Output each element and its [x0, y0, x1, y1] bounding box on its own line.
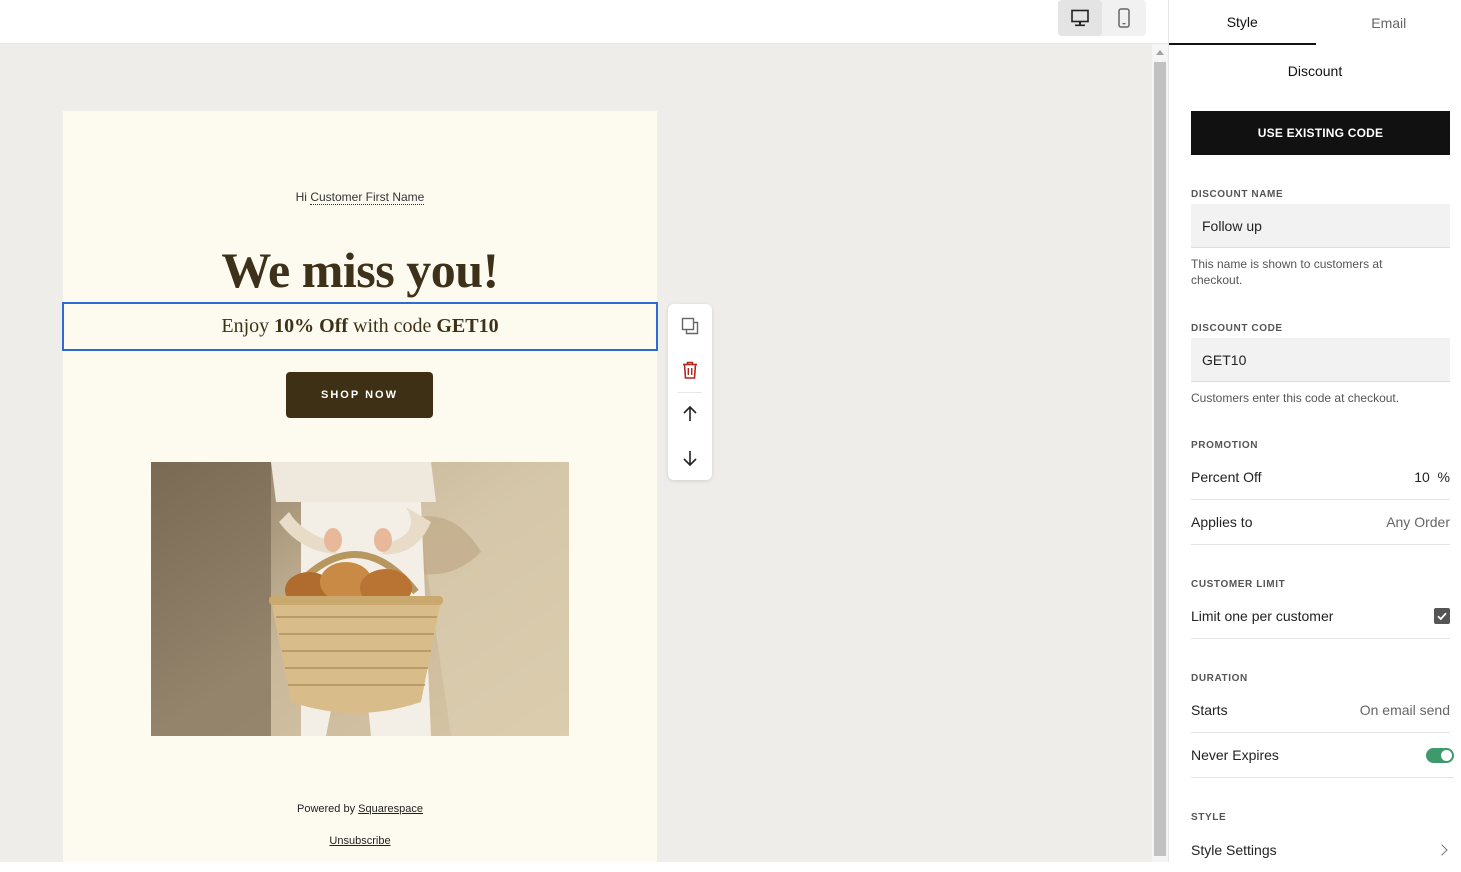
- applies-to-value[interactable]: Any Order: [1386, 514, 1450, 530]
- style-label: STYLE: [1191, 812, 1226, 823]
- move-up-button[interactable]: [668, 392, 712, 436]
- discount-name-help: This name is shown to customers at check…: [1191, 256, 1431, 288]
- trash-icon: [681, 360, 699, 380]
- discount-name-label: DISCOUNT NAME: [1191, 189, 1283, 200]
- duration-label: DURATION: [1191, 673, 1248, 684]
- never-expires-row[interactable]: Never Expires: [1191, 733, 1454, 778]
- unsubscribe-link[interactable]: Unsubscribe: [63, 835, 657, 847]
- promo-middle: with code: [353, 315, 431, 338]
- promo-amount: 10% Off: [274, 315, 348, 338]
- starts-row[interactable]: Starts On email send: [1191, 688, 1450, 733]
- bread-basket-image: [151, 462, 569, 736]
- discount-block[interactable]: Enjoy 10% Off with code GET10: [62, 302, 658, 351]
- powered-prefix: Powered by: [297, 803, 355, 815]
- never-expires-label: Never Expires: [1191, 747, 1279, 763]
- starts-label: Starts: [1191, 702, 1228, 718]
- canvas-scrollbar[interactable]: [1152, 44, 1168, 862]
- customer-limit-label: CUSTOMER LIMIT: [1191, 579, 1285, 590]
- discount-name-field[interactable]: Follow up: [1191, 204, 1450, 248]
- never-expires-toggle[interactable]: [1426, 748, 1454, 763]
- duplicate-icon: [680, 316, 700, 336]
- mobile-preview-button[interactable]: [1102, 0, 1146, 36]
- scroll-up-arrow-icon[interactable]: [1156, 50, 1164, 55]
- applies-to-row[interactable]: Applies to Any Order: [1191, 500, 1450, 545]
- shop-now-button[interactable]: SHOP NOW: [286, 372, 433, 418]
- email-headline[interactable]: We miss you!: [63, 241, 657, 299]
- percent-off-number[interactable]: 10: [1414, 469, 1430, 485]
- starts-value[interactable]: On email send: [1360, 702, 1450, 718]
- first-name-token[interactable]: Customer First Name: [310, 190, 424, 205]
- top-bar: [0, 0, 1168, 44]
- greeting: Hi Customer First Name: [63, 190, 657, 204]
- discount-code-field[interactable]: GET10: [1191, 338, 1450, 382]
- scroll-thumb[interactable]: [1154, 62, 1166, 856]
- panel-title: Discount: [1169, 63, 1461, 79]
- limit-one-checkbox[interactable]: [1434, 608, 1450, 624]
- promo-code: GET10: [436, 315, 498, 338]
- checkmark-icon: [1436, 610, 1448, 622]
- greeting-prefix: Hi: [296, 190, 307, 204]
- arrow-up-icon: [681, 405, 699, 423]
- percent-off-label: Percent Off: [1191, 469, 1262, 485]
- promo-prefix: Enjoy: [221, 315, 269, 338]
- duplicate-button[interactable]: [668, 304, 712, 348]
- device-toggle: [1058, 0, 1146, 36]
- move-down-button[interactable]: [668, 436, 712, 480]
- block-toolbar: [668, 304, 712, 480]
- percent-off-row[interactable]: Percent Off 10 %: [1191, 455, 1450, 500]
- percent-unit: %: [1438, 469, 1450, 485]
- limit-one-row[interactable]: Limit one per customer: [1191, 594, 1450, 639]
- email-image[interactable]: [151, 462, 569, 736]
- style-settings-row[interactable]: Style Settings: [1191, 827, 1450, 872]
- chevron-right-icon: [1436, 844, 1447, 855]
- use-existing-code-button[interactable]: USE EXISTING CODE: [1191, 111, 1450, 155]
- email-preview: Hi Customer First Name We miss you! Enjo…: [63, 111, 657, 862]
- desktop-icon: [1070, 9, 1090, 27]
- discount-code-label: DISCOUNT CODE: [1191, 323, 1283, 334]
- delete-button[interactable]: [668, 348, 712, 392]
- editor-canvas: Hi Customer First Name We miss you! Enjo…: [0, 44, 1152, 862]
- arrow-down-icon: [681, 449, 699, 467]
- powered-by: Powered by Squarespace: [63, 803, 657, 815]
- applies-to-label: Applies to: [1191, 514, 1252, 530]
- style-settings-label: Style Settings: [1191, 842, 1277, 858]
- percent-off-value[interactable]: 10 %: [1414, 469, 1450, 485]
- limit-one-label: Limit one per customer: [1191, 608, 1333, 624]
- mobile-icon: [1117, 8, 1131, 28]
- promotion-label: PROMOTION: [1191, 440, 1258, 451]
- panel-tabs: Style Email: [1169, 0, 1461, 45]
- desktop-preview-button[interactable]: [1058, 0, 1102, 36]
- tab-style[interactable]: Style: [1169, 0, 1316, 45]
- squarespace-link[interactable]: Squarespace: [358, 803, 423, 815]
- discount-code-help: Customers enter this code at checkout.: [1191, 390, 1450, 406]
- discount-settings-panel: Style Email Discount USE EXISTING CODE D…: [1168, 0, 1461, 862]
- tab-email[interactable]: Email: [1316, 0, 1461, 45]
